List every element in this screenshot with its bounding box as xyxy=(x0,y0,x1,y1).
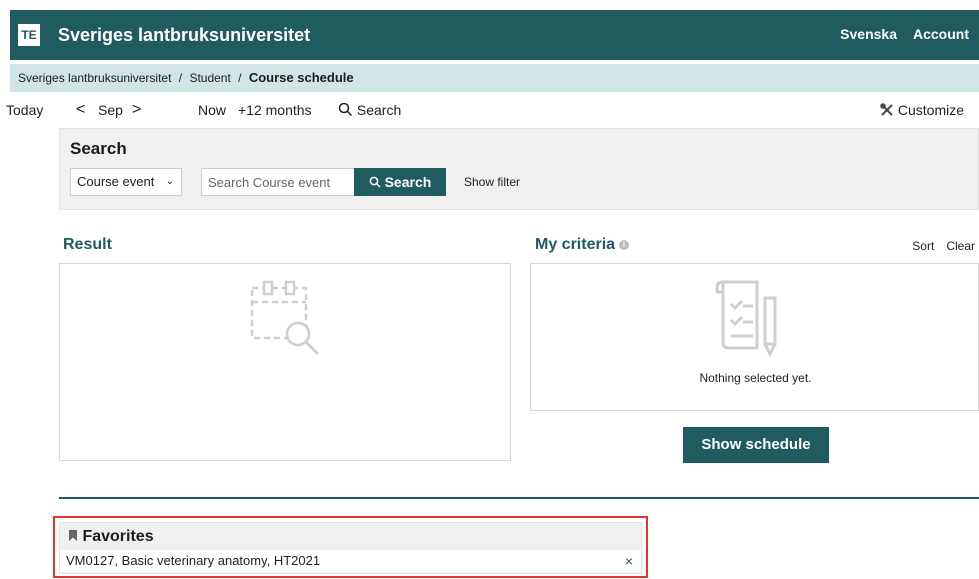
search-button-label: Search xyxy=(384,174,432,190)
checklist-icon xyxy=(715,280,777,358)
prev-month-button[interactable]: < xyxy=(76,98,85,122)
show-filter-link[interactable]: Show filter xyxy=(464,175,520,189)
favorite-item[interactable]: VM0127, Basic veterinary anatomy, HT2021… xyxy=(60,550,641,572)
criteria-title: My criteria i xyxy=(535,236,630,254)
close-icon[interactable]: × xyxy=(625,550,633,572)
breadcrumb-current: Course schedule xyxy=(248,70,354,85)
search-input[interactable] xyxy=(201,168,355,196)
breadcrumb-separator: / xyxy=(238,71,242,85)
toolbar-search-label: Search xyxy=(356,102,402,118)
te-logo[interactable]: TE xyxy=(18,24,40,46)
section-divider xyxy=(59,497,979,499)
tools-icon xyxy=(880,103,893,116)
top-bar: TE Sveriges lantbruksuniversitet Svenska… xyxy=(10,10,979,60)
language-link[interactable]: Svenska xyxy=(840,26,897,42)
breadcrumb: Sveriges lantbruksuniversitet / Student … xyxy=(10,64,979,92)
next-month-button[interactable]: > xyxy=(132,98,141,122)
breadcrumb-item-student[interactable]: Student xyxy=(189,71,230,85)
favorites-title: Favorites xyxy=(68,528,154,546)
favorites-title-label: Favorites xyxy=(82,528,154,545)
today-button[interactable]: Today xyxy=(6,98,43,122)
search-type-value: Course event xyxy=(77,174,155,189)
criteria-box: Nothing selected yet. xyxy=(530,263,979,411)
toolbar-search-button[interactable]: Search xyxy=(338,98,401,122)
search-panel-title: Search xyxy=(70,139,127,158)
top-right-links: Svenska Account xyxy=(840,26,969,42)
sort-link[interactable]: Sort xyxy=(912,239,934,253)
search-panel: Search Course event ⌄ Search Show filter xyxy=(59,128,979,210)
range-button[interactable]: +12 months xyxy=(238,98,312,122)
chevron-down-icon: ⌄ xyxy=(165,176,174,187)
customize-button[interactable]: Customize xyxy=(880,98,964,122)
result-box xyxy=(59,263,511,461)
month-label[interactable]: Sep xyxy=(98,98,123,122)
schedule-toolbar: Today < Sep > Now +12 months Search Cust… xyxy=(0,98,979,122)
search-button[interactable]: Search xyxy=(354,168,446,196)
result-title: Result xyxy=(63,236,112,253)
info-icon[interactable]: i xyxy=(619,239,630,250)
criteria-empty-text: Nothing selected yet. xyxy=(699,371,812,385)
favorites-panel: Favorites VM0127, Basic veterinary anato… xyxy=(59,522,642,574)
now-button[interactable]: Now xyxy=(198,98,226,122)
breadcrumb-separator: / xyxy=(178,71,183,85)
customize-label: Customize xyxy=(897,102,965,118)
criteria-actions: Sort Clear xyxy=(912,239,975,253)
favorite-item-label[interactable]: VM0127, Basic veterinary anatomy, HT2021 xyxy=(66,553,320,568)
bookmark-icon xyxy=(69,530,77,541)
calendar-search-icon xyxy=(250,280,320,356)
clear-link[interactable]: Clear xyxy=(946,239,975,253)
search-type-select[interactable]: Course event ⌄ xyxy=(70,168,182,196)
account-link[interactable]: Account xyxy=(913,26,969,42)
breadcrumb-item-university[interactable]: Sveriges lantbruksuniversitet xyxy=(18,71,171,85)
search-icon xyxy=(369,176,381,188)
show-schedule-button[interactable]: Show schedule xyxy=(683,427,829,463)
search-icon xyxy=(338,102,353,117)
criteria-title-label: My criteria xyxy=(535,236,616,253)
app-title[interactable]: Sveriges lantbruksuniversitet xyxy=(58,24,310,46)
